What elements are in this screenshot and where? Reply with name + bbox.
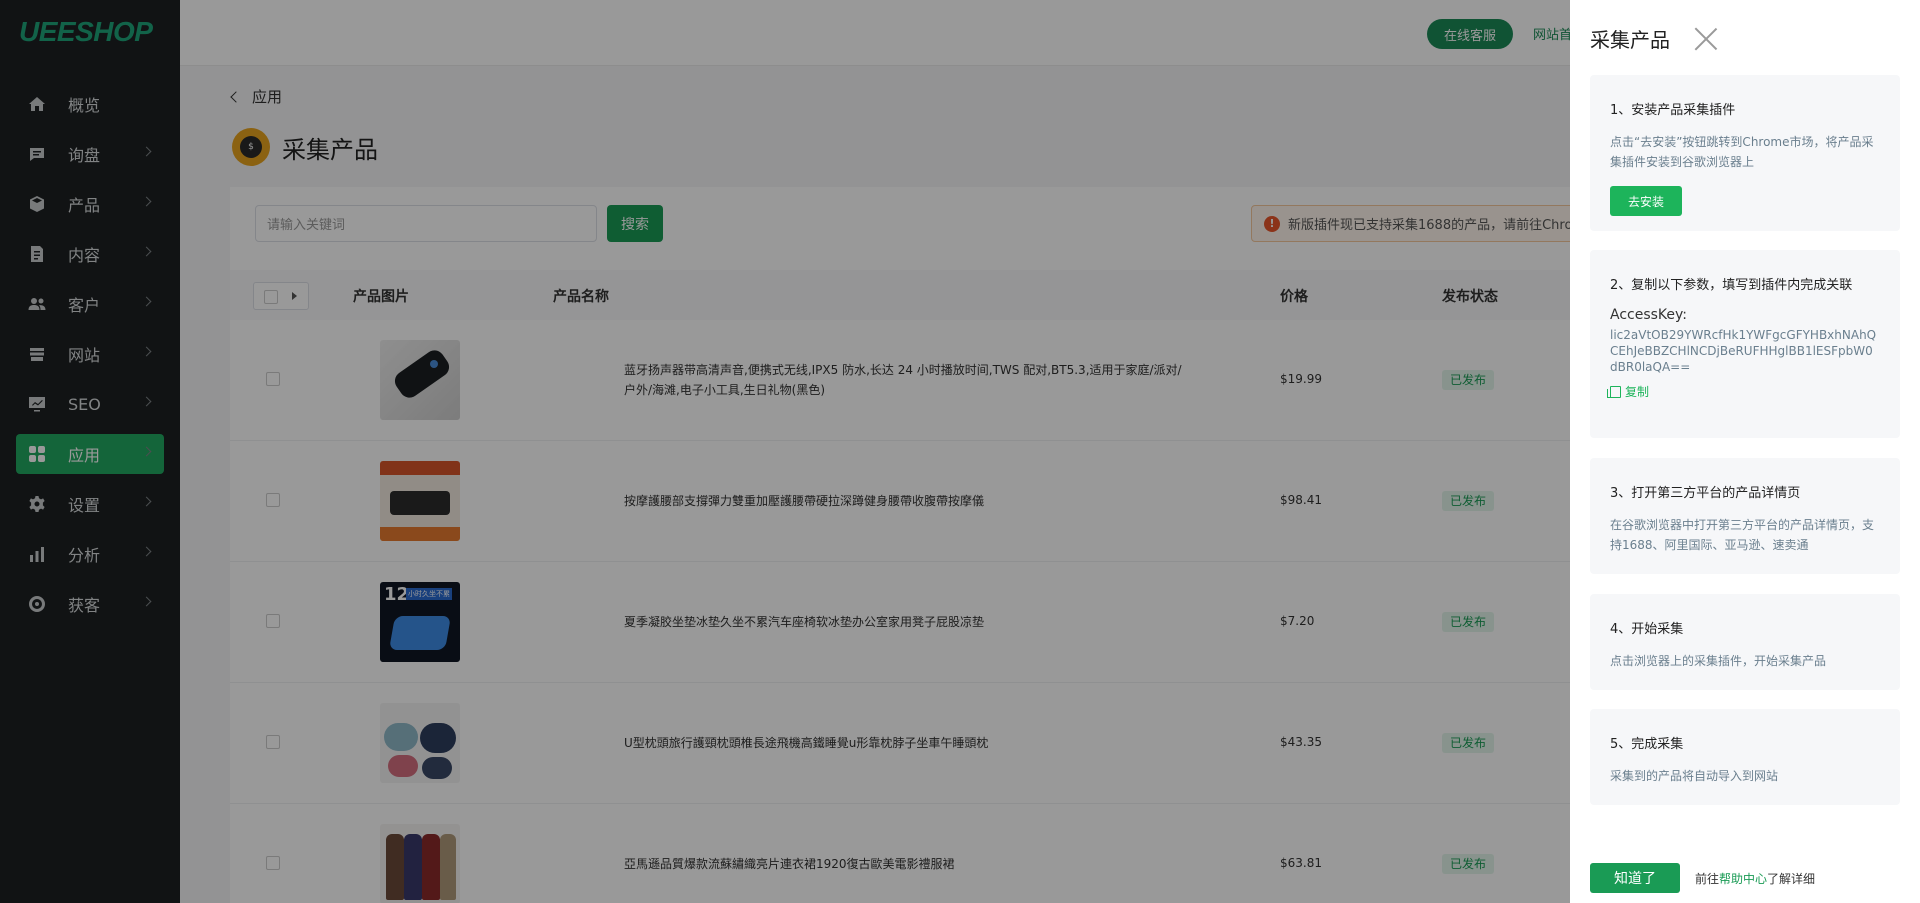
step-install: 1、安装产品采集插件 点击“去安装”按钮跳转到Chrome市场，将产品采集插件安… — [1590, 75, 1900, 231]
step-title: 1、安装产品采集插件 — [1610, 103, 1736, 118]
help-suffix: 了解详细 — [1767, 872, 1816, 886]
drawer-title: 采集产品 — [1590, 28, 1670, 52]
step-open-detail: 3、打开第三方平台的产品详情页 在谷歌浏览器中打开第三方平台的产品详情页，支持1… — [1590, 458, 1900, 574]
collect-product-drawer: 采集产品 1、安装产品采集插件 点击“去安装”按钮跳转到Chrome市场，将产品… — [1570, 0, 1920, 903]
step-description: 点击浏览器上的采集插件，开始采集产品 — [1610, 654, 1827, 668]
help-text: 前往帮助中心了解详细 — [1695, 870, 1815, 887]
step-finish: 5、完成采集 采集到的产品将自动导入到网站 — [1590, 709, 1900, 805]
step-title: 4、开始采集 — [1610, 622, 1684, 637]
access-key-label: AccessKey: — [1610, 307, 1688, 323]
step-title: 5、完成采集 — [1610, 737, 1684, 752]
step-start: 4、开始采集 点击浏览器上的采集插件，开始采集产品 — [1590, 594, 1900, 690]
step-title: 3、打开第三方平台的产品详情页 — [1610, 486, 1801, 501]
step-description: 点击“去安装”按钮跳转到Chrome市场，将产品采集插件安装到谷歌浏览器上 — [1610, 135, 1874, 169]
step-description: 采集到的产品将自动导入到网站 — [1610, 769, 1779, 783]
close-icon[interactable] — [1693, 26, 1719, 52]
got-it-button[interactable]: 知道了 — [1590, 863, 1680, 893]
step-copy-key: 2、复制以下参数，填写到插件内完成关联 AccessKey: lic2aVtOB… — [1590, 250, 1900, 438]
help-center-link[interactable]: 帮助中心 — [1719, 872, 1767, 886]
step-description: 在谷歌浏览器中打开第三方平台的产品详情页，支持1688、阿里国际、亚马逊、速卖通 — [1610, 518, 1875, 552]
copy-label[interactable]: 复制 — [1625, 383, 1649, 400]
step-title: 2、复制以下参数，填写到插件内完成关联 — [1610, 278, 1853, 293]
copy-button[interactable]: 复制 — [1607, 383, 1880, 400]
modal-overlay[interactable] — [0, 0, 1570, 903]
access-key-value: lic2aVtOB29YWRcfHk1YWFgcGFYHBxhNAhQCEhJe… — [1610, 328, 1877, 374]
help-prefix: 前往 — [1695, 872, 1720, 886]
copy-icon[interactable] — [1607, 385, 1621, 398]
install-button[interactable]: 去安装 — [1610, 186, 1682, 216]
